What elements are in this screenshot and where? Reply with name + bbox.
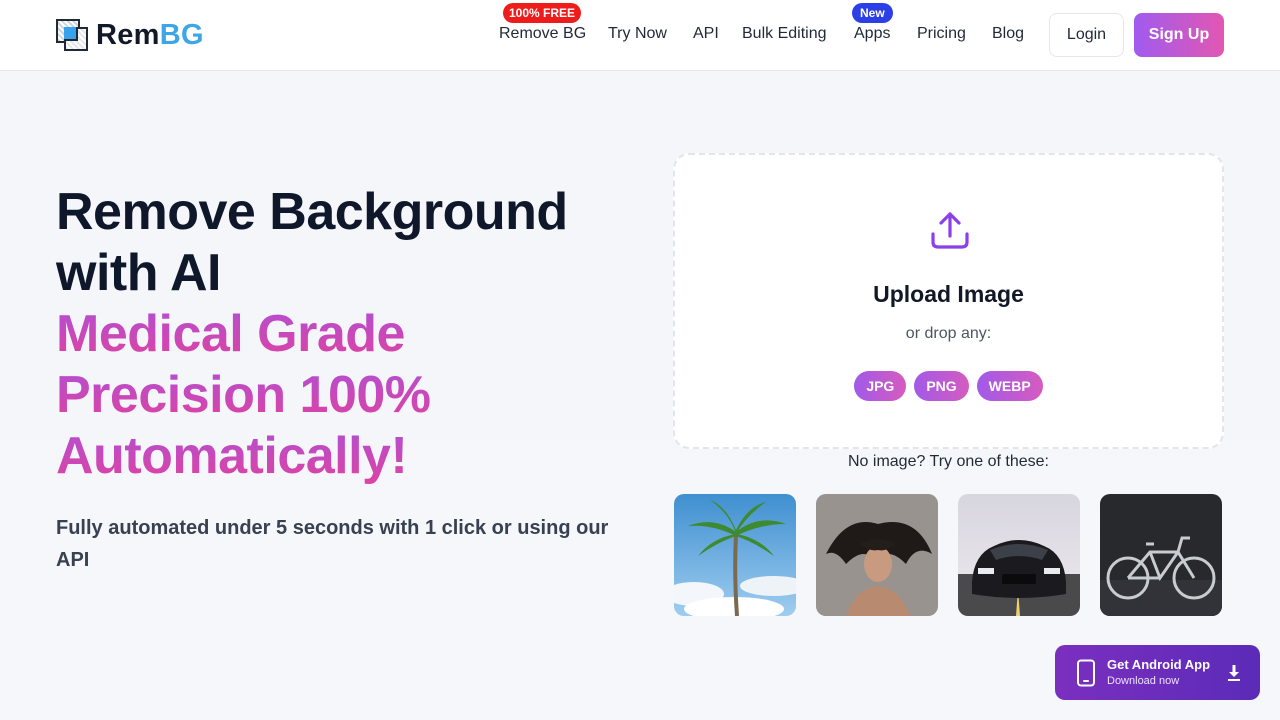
- format-chip-jpg: JPG: [854, 371, 907, 401]
- download-icon: [1228, 665, 1240, 681]
- nav-remove-bg[interactable]: Remove BG: [499, 24, 586, 44]
- hero-title-line3: Medical Grade: [56, 304, 636, 365]
- brand-name-part2: BG: [159, 18, 204, 51]
- login-button[interactable]: Login: [1049, 13, 1124, 57]
- format-chip-png: PNG: [914, 371, 969, 401]
- nav-try-now[interactable]: Try Now: [608, 24, 667, 44]
- brand-name-part1: Rem: [96, 18, 160, 51]
- samples-label: No image? Try one of these:: [848, 453, 1049, 470]
- new-badge: New: [852, 3, 893, 23]
- sample-image-woman-hair[interactable]: [816, 494, 938, 616]
- nav-blog[interactable]: Blog: [992, 24, 1024, 44]
- brand-logo[interactable]: RemBG: [56, 18, 204, 52]
- signup-button[interactable]: Sign Up: [1134, 13, 1224, 57]
- format-chip-webp: WEBP: [976, 371, 1043, 401]
- nav-apps[interactable]: Apps: [854, 24, 890, 44]
- upload-subtitle: or drop any:: [905, 325, 992, 342]
- format-chips: JPG PNG WEBP: [675, 371, 1222, 401]
- nav-bulk-editing[interactable]: Bulk Editing: [742, 24, 827, 44]
- hero-title-line5: Automatically!: [56, 426, 636, 487]
- free-badge: 100% FREE: [503, 3, 582, 23]
- upload-icon: [931, 212, 969, 249]
- nav-pricing[interactable]: Pricing: [917, 24, 966, 44]
- site-header: RemBG 100% FREE New Remove BG Try Now AP…: [0, 0, 1280, 71]
- phone-icon: [1077, 659, 1095, 687]
- hero-title: Remove Background with AI Medical Grade …: [56, 182, 636, 487]
- upload-dropzone[interactable]: Upload Image or drop any: JPG PNG WEBP: [673, 153, 1224, 449]
- logo-icon: [56, 19, 88, 51]
- hero-subtitle: Fully automated under 5 seconds with 1 c…: [56, 517, 609, 571]
- sample-image-bicycle[interactable]: [1100, 494, 1222, 616]
- sample-image-sports-car[interactable]: [958, 494, 1080, 616]
- nav-api[interactable]: API: [693, 24, 719, 44]
- upload-title: Upload Image: [873, 281, 1024, 307]
- sample-image-palm-tree[interactable]: [674, 494, 796, 616]
- hero-title-line4: Precision 100%: [56, 365, 636, 426]
- android-cta-subtitle: Download now: [1107, 675, 1180, 687]
- android-cta-title: Get Android App: [1107, 657, 1211, 672]
- android-app-cta[interactable]: Get Android App Download now: [1055, 645, 1260, 700]
- hero-title-line1: Remove Background: [56, 183, 568, 241]
- brand-name: RemBG: [96, 19, 204, 52]
- hero-title-line2: with AI: [56, 244, 222, 302]
